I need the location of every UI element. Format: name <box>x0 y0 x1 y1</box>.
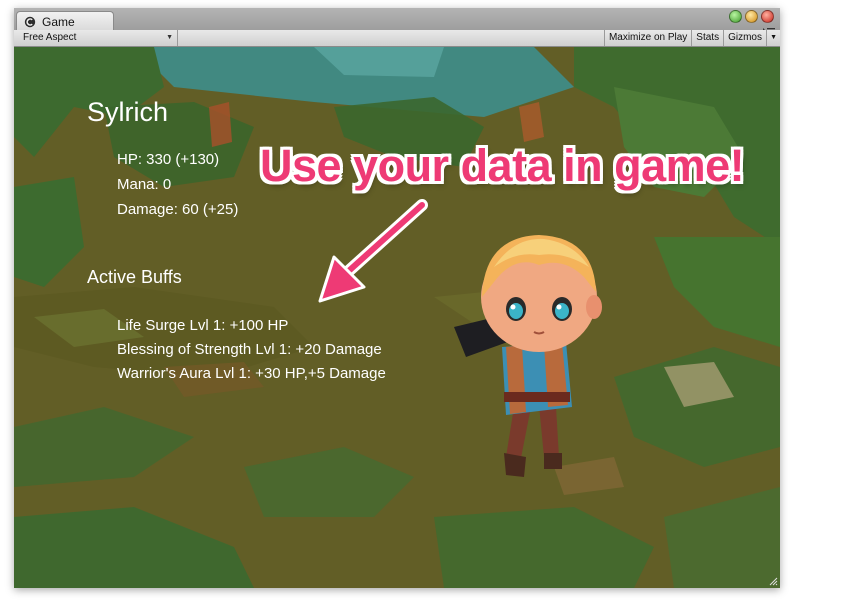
hero-character-icon <box>454 235 602 477</box>
maximize-on-play-button[interactable]: Maximize on Play <box>603 30 691 46</box>
unity-logo-icon <box>24 16 36 28</box>
menu-icon[interactable] <box>762 22 776 35</box>
resize-grip-icon[interactable] <box>768 576 778 586</box>
aspect-dropdown[interactable]: Free Aspect ▼ <box>18 30 178 46</box>
minimize-button[interactable] <box>729 10 742 23</box>
aspect-label: Free Aspect <box>23 32 77 43</box>
zoom-button[interactable] <box>745 10 758 23</box>
buff-item: Warrior's Aura Lvl 1: +30 HP,+5 Damage <box>117 365 386 382</box>
buffs-list: Life Surge Lvl 1: +100 HP Blessing of St… <box>117 317 386 389</box>
buff-item: Blessing of Strength Lvl 1: +20 Damage <box>117 341 382 358</box>
stat-hp: HP: 330 (+130) <box>117 151 220 168</box>
promo-callout: Use your data in game! <box>260 140 745 191</box>
buff-item: Life Surge Lvl 1: +100 HP <box>117 317 289 334</box>
gizmos-label: Gizmos <box>728 32 762 43</box>
stat-mana: Mana: 0 <box>117 176 172 193</box>
dropdown-arrow-icon: ▼ <box>166 34 173 41</box>
toolbar-right-group: Maximize on Play Stats Gizmos ▼ <box>603 30 780 46</box>
tab-label: Game <box>42 14 75 29</box>
character-name: Sylrich <box>87 97 169 127</box>
tab-game[interactable]: Game <box>16 11 114 31</box>
game-viewport[interactable]: Sylrich HP: 330 (+130) Mana: 0 Damage: 6… <box>14 47 780 588</box>
pointer-arrow-icon <box>318 199 428 303</box>
stats-button[interactable]: Stats <box>691 30 723 46</box>
stat-damage: Damage: 60 (+25) <box>117 201 239 218</box>
active-buffs-heading: Active Buffs <box>87 267 182 287</box>
tab-strip: Game <box>14 8 780 35</box>
gizmos-button[interactable]: Gizmos ▼ <box>723 30 780 46</box>
stats-list: HP: 330 (+130) Mana: 0 Damage: 60 (+25) <box>117 151 238 226</box>
game-toolbar: Free Aspect ▼ Maximize on Play Stats Giz… <box>14 30 780 47</box>
game-window: Game Free Aspect ▼ Maximize on Play Stat… <box>14 8 780 588</box>
dropdown-arrow-icon: ▼ <box>766 30 777 46</box>
